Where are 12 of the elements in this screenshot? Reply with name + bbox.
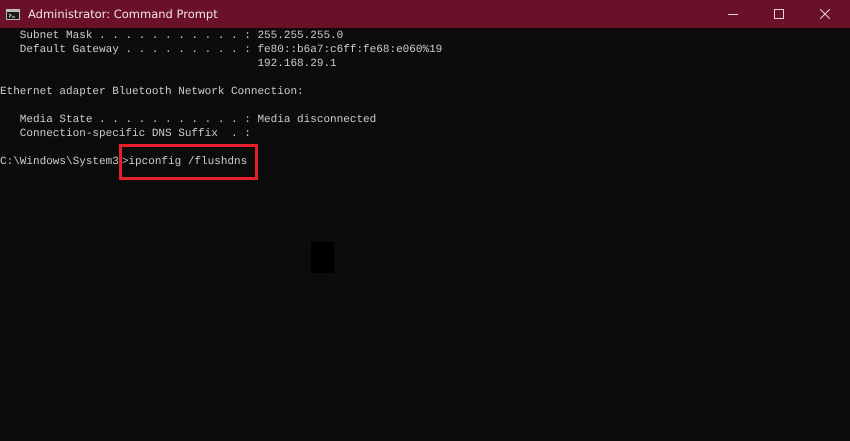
console-line: Connection-specific DNS Suffix . : xyxy=(18,127,252,141)
terminal-icon xyxy=(6,8,20,20)
window-title: Administrator: Command Prompt xyxy=(28,7,218,21)
console-line: Subnet Mask . . . . . . . . . . . : 255.255.255.0 xyxy=(18,29,344,43)
maximize-icon[interactable] xyxy=(774,9,784,19)
close-icon[interactable] xyxy=(820,9,830,19)
console-line: Media State . . . . . . . . . . . : Media disconnected xyxy=(18,113,378,127)
console-line: Ethernet adapter Bluetooth Network Connection: xyxy=(0,85,305,99)
console-line: 192.168.29.1 xyxy=(256,57,338,71)
console-line: Default Gateway . . . . . . . . . : fe80::b6a7:c6ff:fe68:e060%19 xyxy=(18,43,444,57)
prompt-path: C:\Windows\System3 xyxy=(0,155,119,169)
command-text: >ipconfig /flushdns xyxy=(118,144,258,180)
